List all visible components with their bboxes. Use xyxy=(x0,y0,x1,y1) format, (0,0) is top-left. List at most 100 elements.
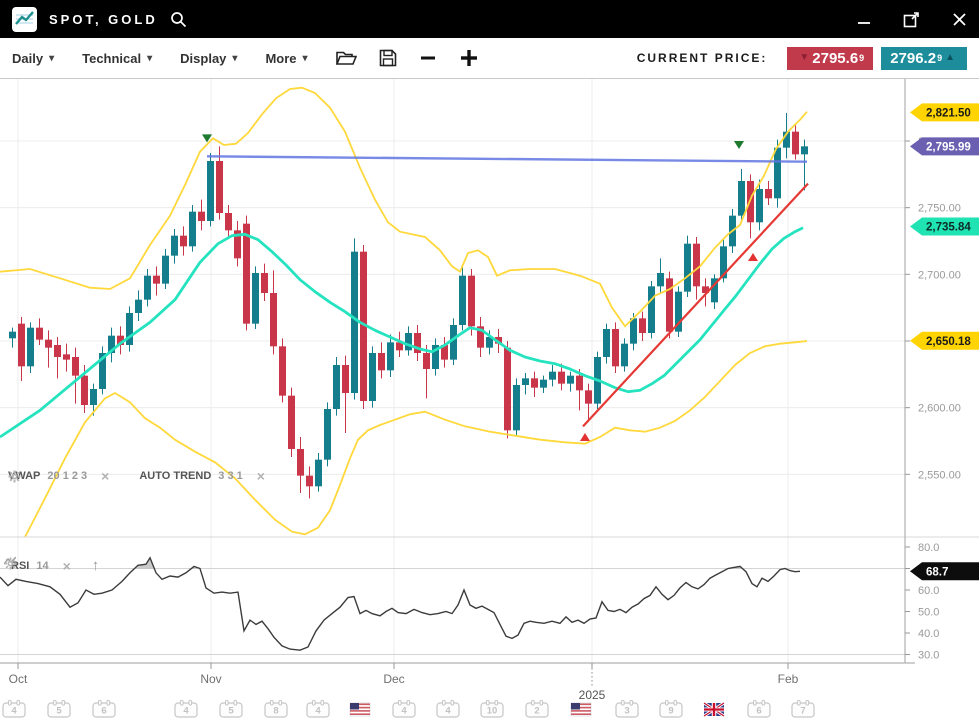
event-icon-calendar[interactable]: 7 xyxy=(792,701,814,718)
price-badge-label: 2,650.18 xyxy=(926,336,971,348)
chevron-down-icon: ▾ xyxy=(232,53,237,64)
rsi-remove-icon[interactable]: × xyxy=(63,561,71,571)
candle-down xyxy=(693,244,700,287)
candle-up xyxy=(90,389,97,405)
rsi-pane[interactable] xyxy=(0,558,800,650)
svg-text:2,550.00: 2,550.00 xyxy=(918,469,961,481)
chart-canvas[interactable]: 2,800.002,750.002,700.002,650.002,600.00… xyxy=(0,79,979,723)
event-icon-calendar[interactable]: 4 xyxy=(437,701,459,718)
candle-up xyxy=(351,252,358,393)
candle-down xyxy=(45,340,52,348)
current-price-label: CURRENT PRICE: xyxy=(637,51,768,65)
event-day-number: 3 xyxy=(624,706,629,717)
candle-down xyxy=(468,276,475,327)
candle-down xyxy=(531,378,538,387)
candle-down xyxy=(306,476,313,487)
svg-text:2,700.00: 2,700.00 xyxy=(918,269,961,281)
candle-down xyxy=(666,278,673,331)
svg-text:2,750.00: 2,750.00 xyxy=(918,203,961,215)
candle-down xyxy=(558,372,565,384)
candle-up xyxy=(405,333,412,350)
overlay-indicator-labels: VWAP 20 1 2 3 × AUTO TREND 3 3 1 × xyxy=(8,470,265,482)
event-icon-calendar[interactable]: 2 xyxy=(526,701,548,718)
ask-price-button[interactable]: 2796.29 ▲ xyxy=(881,47,967,70)
events-strip: 4 5 6 4 5 8 4 4 4 10 2 3 9 6 7 xyxy=(3,701,814,718)
rsi-line xyxy=(0,558,800,650)
chevron-down-icon: ▾ xyxy=(49,53,54,64)
pane-frame xyxy=(0,79,979,663)
event-icon-calendar[interactable]: 10 xyxy=(481,701,503,718)
svg-text:2,600.00: 2,600.00 xyxy=(918,403,961,415)
candle-up xyxy=(684,244,691,292)
price-badge-label: 2,795.99 xyxy=(926,141,971,153)
menu-technical[interactable]: Technical▾ xyxy=(82,51,152,66)
svg-text:40.0: 40.0 xyxy=(918,628,939,640)
event-icon-calendar[interactable]: 6 xyxy=(93,701,115,718)
bid-price-pip: 9 xyxy=(859,54,864,63)
event-icon-calendar[interactable]: 5 xyxy=(220,701,242,718)
event-icon-calendar[interactable]: 9 xyxy=(660,701,682,718)
price-badges: 2,821.502,795.992,735.842,650.1868.7 xyxy=(910,103,979,580)
save-icon[interactable] xyxy=(379,49,397,67)
event-day-number: 5 xyxy=(56,706,62,717)
candle-down xyxy=(288,396,295,449)
event-icon-calendar[interactable]: 4 xyxy=(175,701,197,718)
event-icon-flag-us[interactable] xyxy=(571,703,591,716)
bid-price-value: 2795.6 xyxy=(812,51,858,66)
candle-up xyxy=(657,273,664,286)
bid-price-button[interactable]: ▼ 2795.69 xyxy=(787,47,873,70)
candle-up xyxy=(774,148,781,199)
event-day-number: 4 xyxy=(315,706,321,717)
toolbar: Daily▾ Technical▾ Display▾ More ▾ xyxy=(0,38,979,79)
candle-down xyxy=(576,376,583,391)
event-day-number: 4 xyxy=(11,706,17,717)
candle-up xyxy=(144,276,151,300)
event-icon-calendar[interactable]: 4 xyxy=(393,701,415,718)
trading-app-window: SPOT, GOLD Daily▾ xyxy=(0,0,979,723)
auto-trend-remove-icon[interactable]: × xyxy=(257,471,265,481)
candle-down xyxy=(81,376,88,405)
event-icon-calendar[interactable]: 6 xyxy=(748,701,770,718)
time-axis: OctNovDec2025Feb xyxy=(9,663,799,702)
search-icon[interactable] xyxy=(170,11,187,28)
menu-more[interactable]: More ▾ xyxy=(265,51,307,66)
swing-high-marker xyxy=(734,141,744,149)
close-icon[interactable] xyxy=(952,12,967,27)
move-pane-up-icon[interactable]: ↑ xyxy=(92,557,100,574)
chevron-down-icon: ▾ xyxy=(303,53,308,64)
swing-low-marker xyxy=(748,253,758,261)
month-label: Nov xyxy=(200,672,221,686)
price-axis: 2,800.002,750.002,700.002,650.002,600.00… xyxy=(905,136,961,662)
vwap-params: 20 1 2 3 xyxy=(47,470,87,482)
menu-more-label: More xyxy=(265,51,296,66)
ask-price-value: 2796.2 xyxy=(890,51,936,66)
open-folder-icon[interactable] xyxy=(336,50,357,67)
event-icon-flag-uk[interactable] xyxy=(704,703,724,716)
minimize-button[interactable] xyxy=(857,12,871,26)
event-day-number: 4 xyxy=(183,706,189,717)
event-icon-flag-us[interactable] xyxy=(350,703,370,716)
event-icon-calendar[interactable]: 8 xyxy=(265,701,287,718)
candle-down xyxy=(36,328,43,340)
candle-down xyxy=(198,212,205,221)
zoom-out-button[interactable] xyxy=(419,49,437,67)
candle-up xyxy=(387,342,394,370)
event-icon-calendar[interactable]: 5 xyxy=(48,701,70,718)
symbol-title: SPOT, GOLD xyxy=(49,12,158,27)
candle-up xyxy=(756,189,763,222)
candle-down xyxy=(378,353,385,370)
auto-trend-params: 3 3 1 xyxy=(218,470,242,482)
menu-display[interactable]: Display▾ xyxy=(180,51,237,66)
candle-down xyxy=(216,161,223,213)
resistance-trendline xyxy=(207,156,807,161)
event-icon-calendar[interactable]: 4 xyxy=(3,701,25,718)
event-icon-calendar[interactable]: 3 xyxy=(616,701,638,718)
candles-layer[interactable] xyxy=(9,113,808,498)
chart-area[interactable]: 2,800.002,750.002,700.002,650.002,600.00… xyxy=(0,79,979,723)
menu-daily[interactable]: Daily▾ xyxy=(12,51,54,66)
vwap-remove-icon[interactable]: × xyxy=(101,471,109,481)
zoom-in-button[interactable] xyxy=(459,48,479,68)
event-day-number: 6 xyxy=(101,706,106,717)
popout-button[interactable] xyxy=(903,11,920,28)
event-icon-calendar[interactable]: 4 xyxy=(307,701,329,718)
